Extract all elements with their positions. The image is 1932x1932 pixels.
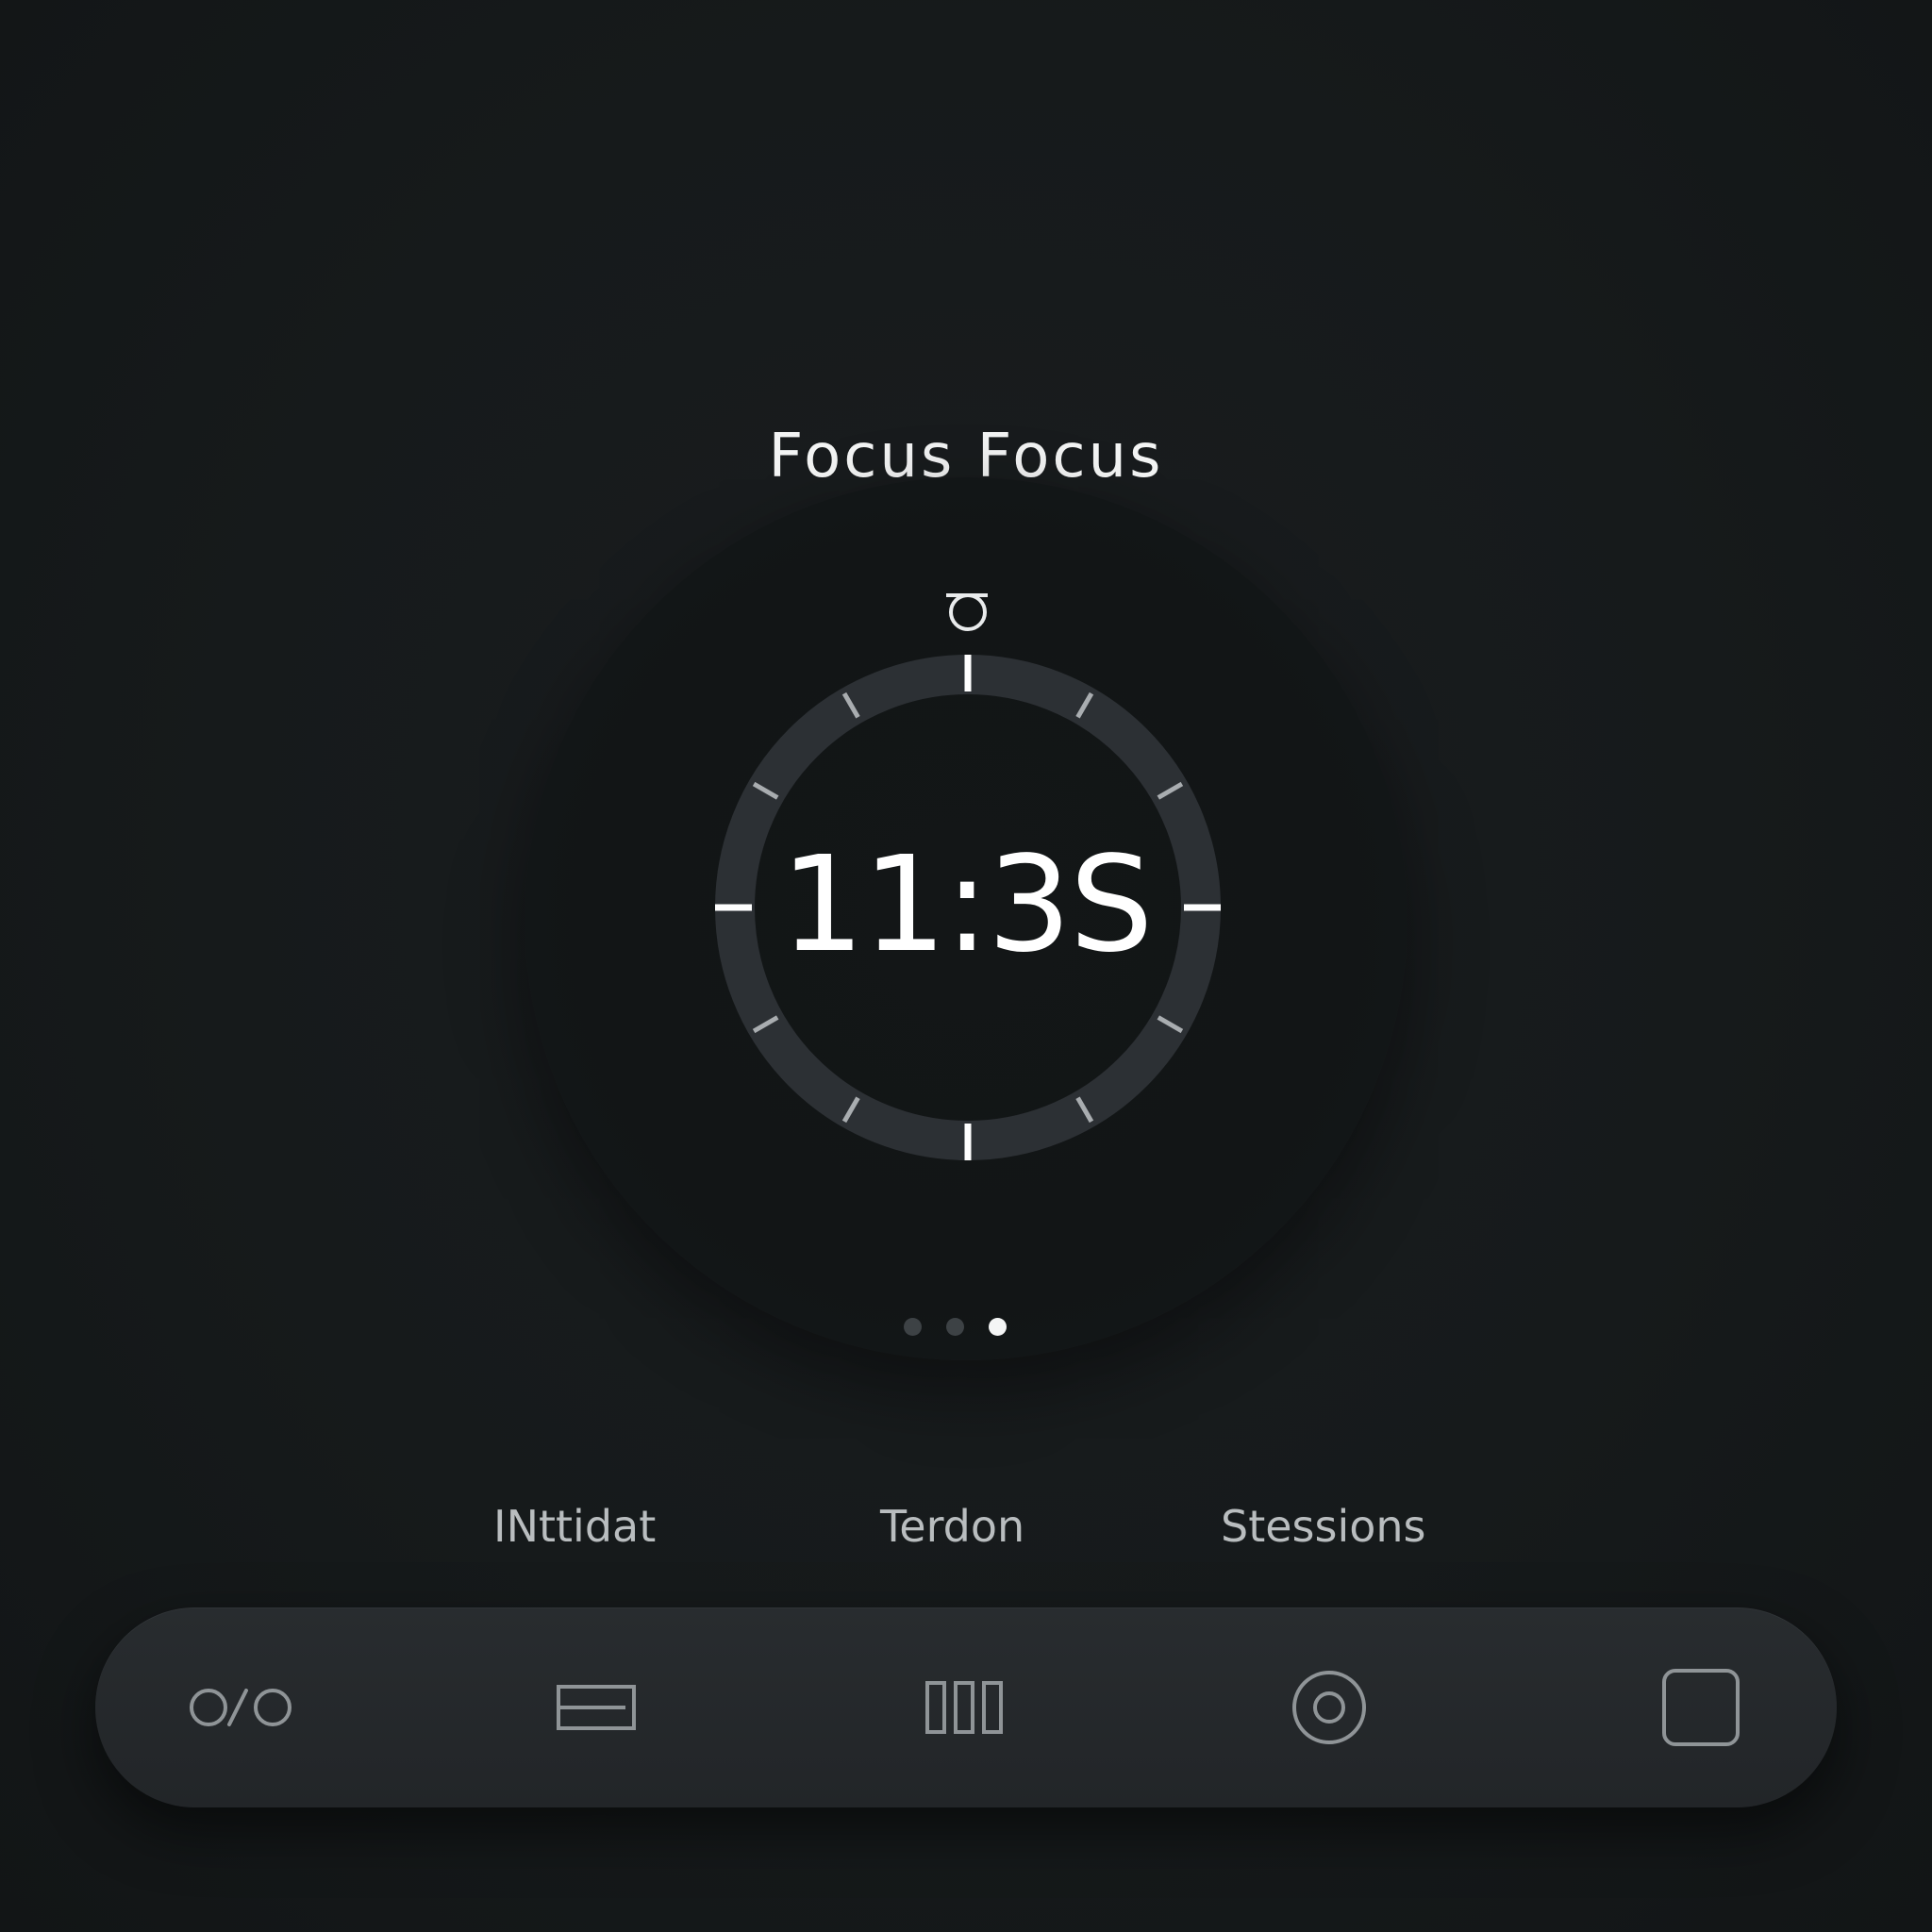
toggle-icon bbox=[190, 1689, 291, 1726]
tab-square[interactable] bbox=[1616, 1607, 1786, 1807]
tab-stack[interactable] bbox=[513, 1607, 683, 1807]
stat-label-2: Terdon bbox=[880, 1501, 1025, 1552]
stat-label-1: INttidat bbox=[493, 1501, 657, 1552]
tab-target[interactable] bbox=[1244, 1607, 1414, 1807]
page-dot-2[interactable] bbox=[946, 1318, 964, 1336]
columns-icon bbox=[925, 1681, 1003, 1734]
stack-icon bbox=[557, 1685, 636, 1730]
time-remaining: 11:3S bbox=[780, 828, 1153, 982]
square-icon bbox=[1662, 1669, 1740, 1746]
tab-toggle[interactable] bbox=[159, 1607, 329, 1807]
page-indicator[interactable] bbox=[904, 1318, 1007, 1337]
page-dot-1[interactable] bbox=[904, 1318, 922, 1336]
bottom-tab-bar bbox=[95, 1607, 1837, 1807]
page-dot-3[interactable] bbox=[989, 1318, 1007, 1336]
focus-timer-screen: Focus Focus 11:3S INttidat Terdon Stessi… bbox=[0, 0, 1932, 1932]
target-icon bbox=[1292, 1671, 1366, 1744]
tab-columns[interactable] bbox=[881, 1607, 1051, 1807]
timer-knob-icon[interactable] bbox=[946, 593, 988, 631]
stat-label-3: Stessions bbox=[1221, 1501, 1426, 1552]
